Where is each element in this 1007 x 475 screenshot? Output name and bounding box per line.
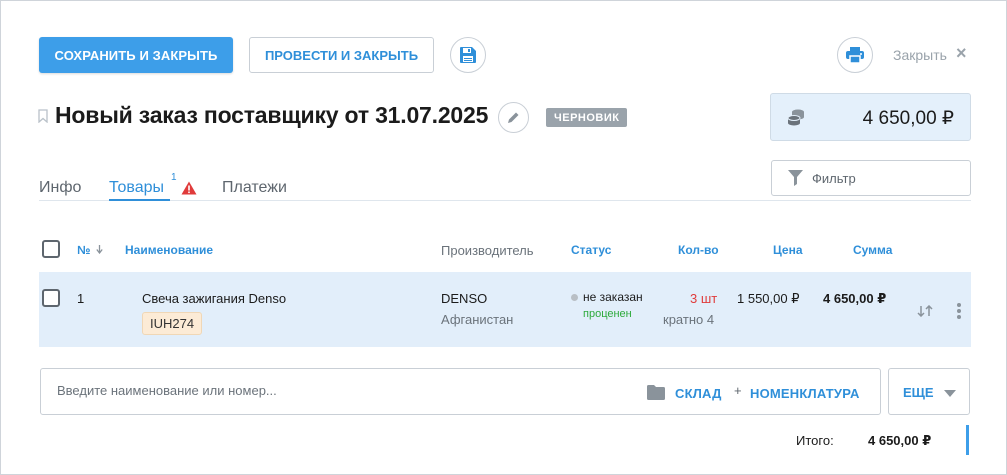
printer-icon xyxy=(846,47,864,63)
filter-input[interactable]: Фильтр xyxy=(771,160,971,196)
reorder-arrows-icon[interactable] xyxy=(917,305,934,317)
caret-down-icon xyxy=(944,390,956,397)
column-number-label: № xyxy=(77,243,91,257)
save-button[interactable] xyxy=(450,37,486,73)
select-all-checkbox[interactable] xyxy=(42,240,60,258)
summary-label: Итого: xyxy=(796,433,834,448)
print-button[interactable] xyxy=(837,37,873,73)
bookmark-icon[interactable] xyxy=(38,109,48,123)
nomenclature-button[interactable]: НОМЕНКЛАТУРА xyxy=(750,386,860,401)
edit-title-button[interactable] xyxy=(498,102,529,133)
summary-value: 4 650,00 ₽ xyxy=(868,433,932,448)
post-and-close-button[interactable]: ПРОВЕСТИ И ЗАКРЫТЬ xyxy=(249,37,434,73)
tab-payments[interactable]: Платежи xyxy=(222,179,287,197)
item-multiple: кратно 4 xyxy=(663,312,715,327)
summary-accent-bar xyxy=(966,425,969,455)
pencil-icon xyxy=(508,112,519,123)
save-and-close-button[interactable]: СОХРАНИТЬ И ЗАКРЫТЬ xyxy=(39,37,233,73)
floppy-disk-icon xyxy=(460,47,476,63)
column-price[interactable]: Цена xyxy=(773,243,803,257)
plus-icon: + xyxy=(734,383,742,398)
status-dot-icon xyxy=(571,294,578,301)
item-price[interactable]: 1 550,00 ₽ xyxy=(737,291,800,307)
item-search-input[interactable] xyxy=(57,383,617,398)
row-checkbox[interactable] xyxy=(42,289,60,307)
item-maker: DENSO xyxy=(441,291,488,306)
more-label: ЕЩЕ xyxy=(903,385,934,400)
page-title: Новый заказ поставщику от 31.07.2025 xyxy=(55,102,489,128)
filter-label: Фильтр xyxy=(812,171,856,186)
total-amount: 4 650,00 ₽ xyxy=(862,108,954,129)
close-icon[interactable]: × xyxy=(956,44,967,62)
column-qty[interactable]: Кол-во xyxy=(678,243,719,257)
more-dropdown-button[interactable]: ЕЩЕ xyxy=(888,368,970,415)
article-badge: IUH274 xyxy=(142,312,203,335)
item-sum: 4 650,00 ₽ xyxy=(823,291,887,306)
item-status: не заказан xyxy=(583,290,643,304)
item-name[interactable]: Свеча зажигания Denso xyxy=(142,291,286,306)
funnel-icon xyxy=(788,170,803,186)
item-country: Афганистан xyxy=(441,312,514,327)
tab-goods[interactable]: Товары xyxy=(109,179,164,197)
column-maker[interactable]: Производитель xyxy=(441,243,534,258)
status-badge: ЧЕРНОВИК xyxy=(546,108,628,127)
warning-icon xyxy=(181,181,197,195)
active-tab-indicator xyxy=(109,199,170,201)
column-status[interactable]: Статус xyxy=(571,243,611,257)
tab-info[interactable]: Инфо xyxy=(39,179,81,197)
table-row[interactable] xyxy=(39,272,971,347)
folder-icon xyxy=(647,385,665,400)
document-window: СОХРАНИТЬ И ЗАКРЫТЬ ПРОВЕСТИ И ЗАКРЫТЬ З… xyxy=(0,0,1007,475)
column-number[interactable]: № xyxy=(77,243,103,257)
tabs-divider xyxy=(39,200,971,201)
document-total: 4 650,00 ₽ xyxy=(770,93,971,141)
coins-icon xyxy=(787,109,804,126)
column-name[interactable]: Наименование xyxy=(125,243,213,257)
warehouse-button[interactable]: СКЛАД xyxy=(675,386,722,401)
item-substatus: процен­ен xyxy=(583,308,632,320)
row-number: 1 xyxy=(77,291,85,306)
close-link[interactable]: Закрыть xyxy=(893,47,947,63)
item-qty[interactable]: 3 шт xyxy=(690,291,717,306)
sort-down-icon xyxy=(96,245,103,255)
row-menu-icon[interactable] xyxy=(957,303,961,321)
column-sum[interactable]: Сумма xyxy=(853,243,892,257)
tab-goods-count: 1 xyxy=(171,172,177,183)
